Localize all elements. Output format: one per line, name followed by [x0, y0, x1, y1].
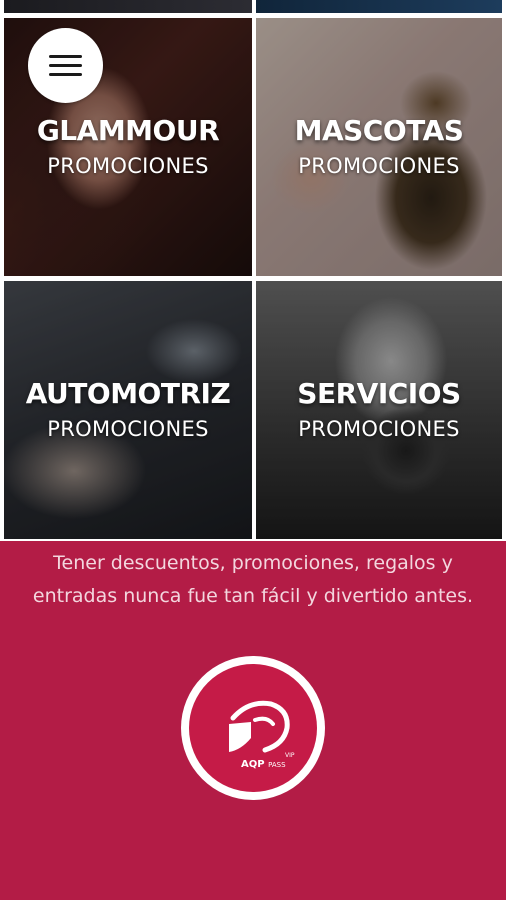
tile-title: SERVICIOS	[297, 377, 461, 410]
tile-title: GLAMMOUR	[36, 114, 220, 147]
category-tile-servicios[interactable]: SERVICIOS PROMOCIONES	[256, 281, 502, 539]
tile-title: MASCOTAS	[294, 114, 464, 147]
logo-vip-text: VIP	[285, 752, 295, 759]
tile-subtitle: PROMOCIONES	[47, 417, 209, 441]
aqp-pass-symbol-icon	[229, 700, 290, 753]
tile-subtitle: PROMOCIONES	[298, 417, 460, 441]
aqp-pass-logo[interactable]: AQP PASS VIP	[181, 656, 325, 800]
logo-pass-text: PASS	[268, 761, 286, 769]
tile-title: AUTOMOTRIZ	[25, 377, 231, 410]
partial-category-tile-left[interactable]	[4, 0, 252, 13]
partial-category-tile-right[interactable]	[256, 0, 502, 13]
menu-button[interactable]	[28, 28, 103, 103]
category-tile-mascotas[interactable]: MASCOTAS PROMOCIONES	[256, 18, 502, 276]
tile-overlay	[4, 281, 252, 539]
category-tile-automotriz[interactable]: AUTOMOTRIZ PROMOCIONES	[4, 281, 252, 539]
tile-overlay	[256, 281, 502, 539]
tile-subtitle: PROMOCIONES	[47, 154, 209, 178]
footer-section: Tener descuentos, promociones, regalos y…	[0, 541, 506, 900]
logo-wordmark: AQP PASS	[241, 759, 286, 770]
logo-brand-text: AQP	[241, 759, 265, 770]
logo-inner-circle: AQP PASS VIP	[189, 664, 317, 792]
top-partial-tiles	[0, 0, 506, 16]
tagline-text: Tener descuentos, promociones, regalos y…	[32, 552, 474, 607]
tile-subtitle: PROMOCIONES	[298, 154, 460, 178]
tile-overlay	[256, 18, 502, 276]
